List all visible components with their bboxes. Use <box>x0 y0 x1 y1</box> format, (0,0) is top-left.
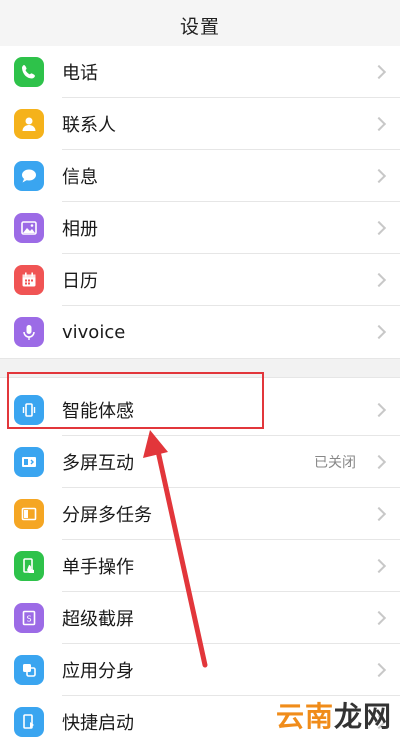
watermark-logo: 云南龙网 <box>275 700 392 733</box>
annotation-arrow <box>143 430 208 668</box>
